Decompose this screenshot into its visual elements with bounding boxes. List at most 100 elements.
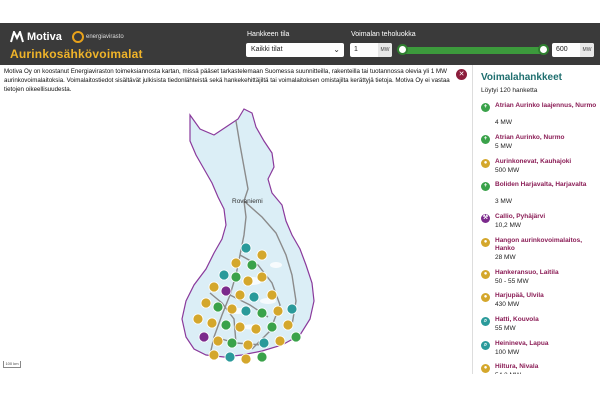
project-capacity: 28 MW — [495, 253, 516, 261]
list-item[interactable]: + Atrian Aurinko laajennus, Nurmo 4 MW — [473, 99, 600, 131]
list-item[interactable]: ⌕ Hatti, Kouvola 55 MW — [473, 313, 600, 337]
marker — [282, 319, 294, 331]
map-area[interactable]: Rovaniemi 100 km — [0, 105, 472, 374]
bottom-bar — [0, 374, 600, 400]
person-icon: ● — [481, 269, 490, 279]
marker — [274, 335, 286, 347]
marker — [266, 289, 278, 301]
wrench-icon: ⚒ — [481, 214, 490, 224]
marker — [248, 291, 260, 303]
project-name[interactable]: Boliden Harjavalta, Harjavalta — [495, 181, 599, 189]
project-name[interactable]: Hatti, Kouvola — [495, 316, 599, 324]
max-power-input[interactable]: 600 MW — [552, 43, 594, 57]
project-name[interactable]: Callio, Pyhäjärvi — [495, 213, 599, 221]
person-icon: ● — [481, 293, 490, 303]
plus-icon: + — [481, 103, 490, 112]
close-icon[interactable]: ✕ — [456, 69, 467, 80]
list-item[interactable]: ● Hangon aurinkovoimalaitos, Hanko 28 MW — [473, 234, 600, 266]
project-name[interactable]: Hankeransuo, Laitila — [495, 269, 599, 277]
status-select-value: Kaikki tilat — [251, 46, 283, 53]
project-name[interactable]: Atrian Aurinko laajennus, Nurmo — [495, 102, 599, 110]
marker — [212, 335, 224, 347]
power-range-slider[interactable] — [402, 47, 544, 54]
project-capacity: 50 - 55 MW — [495, 277, 529, 285]
project-name[interactable]: Harjupää, Ulvila — [495, 292, 599, 300]
marker — [240, 353, 252, 365]
list-item[interactable]: ● Hankeransuo, Laitila 50 - 55 MW — [473, 266, 600, 290]
list-item[interactable]: ⚒ Callio, Pyhäjärvi 10,2 MW — [473, 210, 600, 234]
marker — [220, 285, 232, 297]
list-item[interactable]: ●Hiltura, Nivala54,2 MW — [473, 360, 600, 374]
list-item[interactable]: ⌕ Heinineva, Lapua 100 MW — [473, 337, 600, 361]
status-filter-label: Hankkeen tila — [247, 31, 290, 38]
sidebar-title: Voimalahankkeet — [481, 72, 562, 83]
motiva-logo[interactable]: Motiva — [10, 31, 62, 43]
list-item[interactable]: ● Harjupää, Ulvila 430 MW — [473, 289, 600, 313]
marker — [224, 351, 236, 363]
marker — [192, 313, 204, 325]
project-list: + Atrian Aurinko laajennus, Nurmo 4 MW + Atr… — [473, 99, 600, 374]
power-filter-label: Voimalan teholuokka — [351, 31, 416, 38]
plus-icon: + — [481, 182, 490, 192]
person-icon: ● — [481, 364, 490, 374]
slider-min-handle[interactable] — [397, 44, 408, 55]
marker — [200, 297, 212, 309]
marker — [250, 323, 262, 335]
energiavirasto-logo[interactable]: energiavirasto — [72, 31, 124, 43]
partner-name: energiavirasto — [86, 34, 124, 40]
project-capacity: 100 MW — [495, 348, 520, 356]
marker — [290, 331, 302, 343]
project-capacity: 10,2 MW — [495, 222, 522, 230]
person-icon: ● — [481, 158, 490, 168]
marker — [220, 319, 232, 331]
marker — [198, 331, 210, 343]
marker — [242, 339, 254, 351]
marker — [234, 321, 246, 333]
min-power-value: 1 — [354, 46, 358, 53]
header: Motiva energiavirasto Aurinkosähkövoimal… — [0, 23, 600, 65]
marker — [208, 281, 220, 293]
marker — [206, 317, 218, 329]
marker — [242, 275, 254, 287]
marker — [226, 303, 238, 315]
project-name[interactable]: Hiltura, Nivala — [495, 363, 599, 371]
brand-name: Motiva — [27, 31, 62, 43]
max-power-unit: MW — [580, 43, 594, 57]
project-name[interactable]: Heinineva, Lapua — [495, 340, 599, 348]
project-name[interactable]: Hangon aurinkovoimalaitos, Hanko — [495, 237, 599, 253]
project-name[interactable]: Atrian Aurinko, Nurmo — [495, 134, 599, 142]
results-count: Löytyi 120 hanketta — [481, 87, 538, 94]
project-capacity: 500 MW — [495, 166, 520, 174]
min-power-input[interactable]: 1 MW — [350, 43, 392, 57]
motiva-mark-icon — [10, 31, 24, 43]
marker — [286, 303, 298, 315]
list-item[interactable]: + Atrian Aurinko, Nurmo 5 MW — [473, 131, 600, 155]
projects-sidebar: Voimalahankkeet Löytyi 120 hanketta + Atr… — [472, 65, 600, 374]
map-scale: 100 km — [3, 361, 21, 368]
marker — [212, 301, 224, 313]
marker — [256, 271, 268, 283]
finland-map[interactable]: Rovaniemi — [0, 105, 472, 374]
project-name[interactable]: Aurinkonevat, Kauhajoki — [495, 158, 599, 166]
marker — [226, 337, 238, 349]
person-icon: ● — [481, 237, 490, 247]
project-capacity: 430 MW — [495, 301, 520, 309]
list-item[interactable]: + Boliden Harjavalta, Harjavalta 3 MW — [473, 178, 600, 210]
project-capacity: 5 MW — [495, 143, 512, 150]
marker — [272, 305, 284, 317]
marker — [256, 307, 268, 319]
marker — [256, 351, 268, 363]
status-select[interactable]: Kaikki tilat ⌄ — [246, 43, 344, 57]
marker — [240, 305, 252, 317]
app-window: Motiva energiavirasto Aurinkosähkövoimal… — [0, 23, 600, 374]
screen-frame: Motiva energiavirasto Aurinkosähkövoimal… — [0, 0, 600, 400]
search-icon: ⌕ — [481, 340, 490, 350]
slider-max-handle[interactable] — [538, 44, 549, 55]
list-item[interactable]: ● Aurinkonevat, Kauhajoki 500 MW — [473, 155, 600, 179]
project-capacity: 3 MW — [495, 198, 512, 206]
chevron-down-icon: ⌄ — [333, 45, 340, 54]
marker — [218, 269, 230, 281]
marker — [246, 259, 258, 271]
marker — [234, 289, 246, 301]
plus-icon: + — [481, 135, 490, 144]
